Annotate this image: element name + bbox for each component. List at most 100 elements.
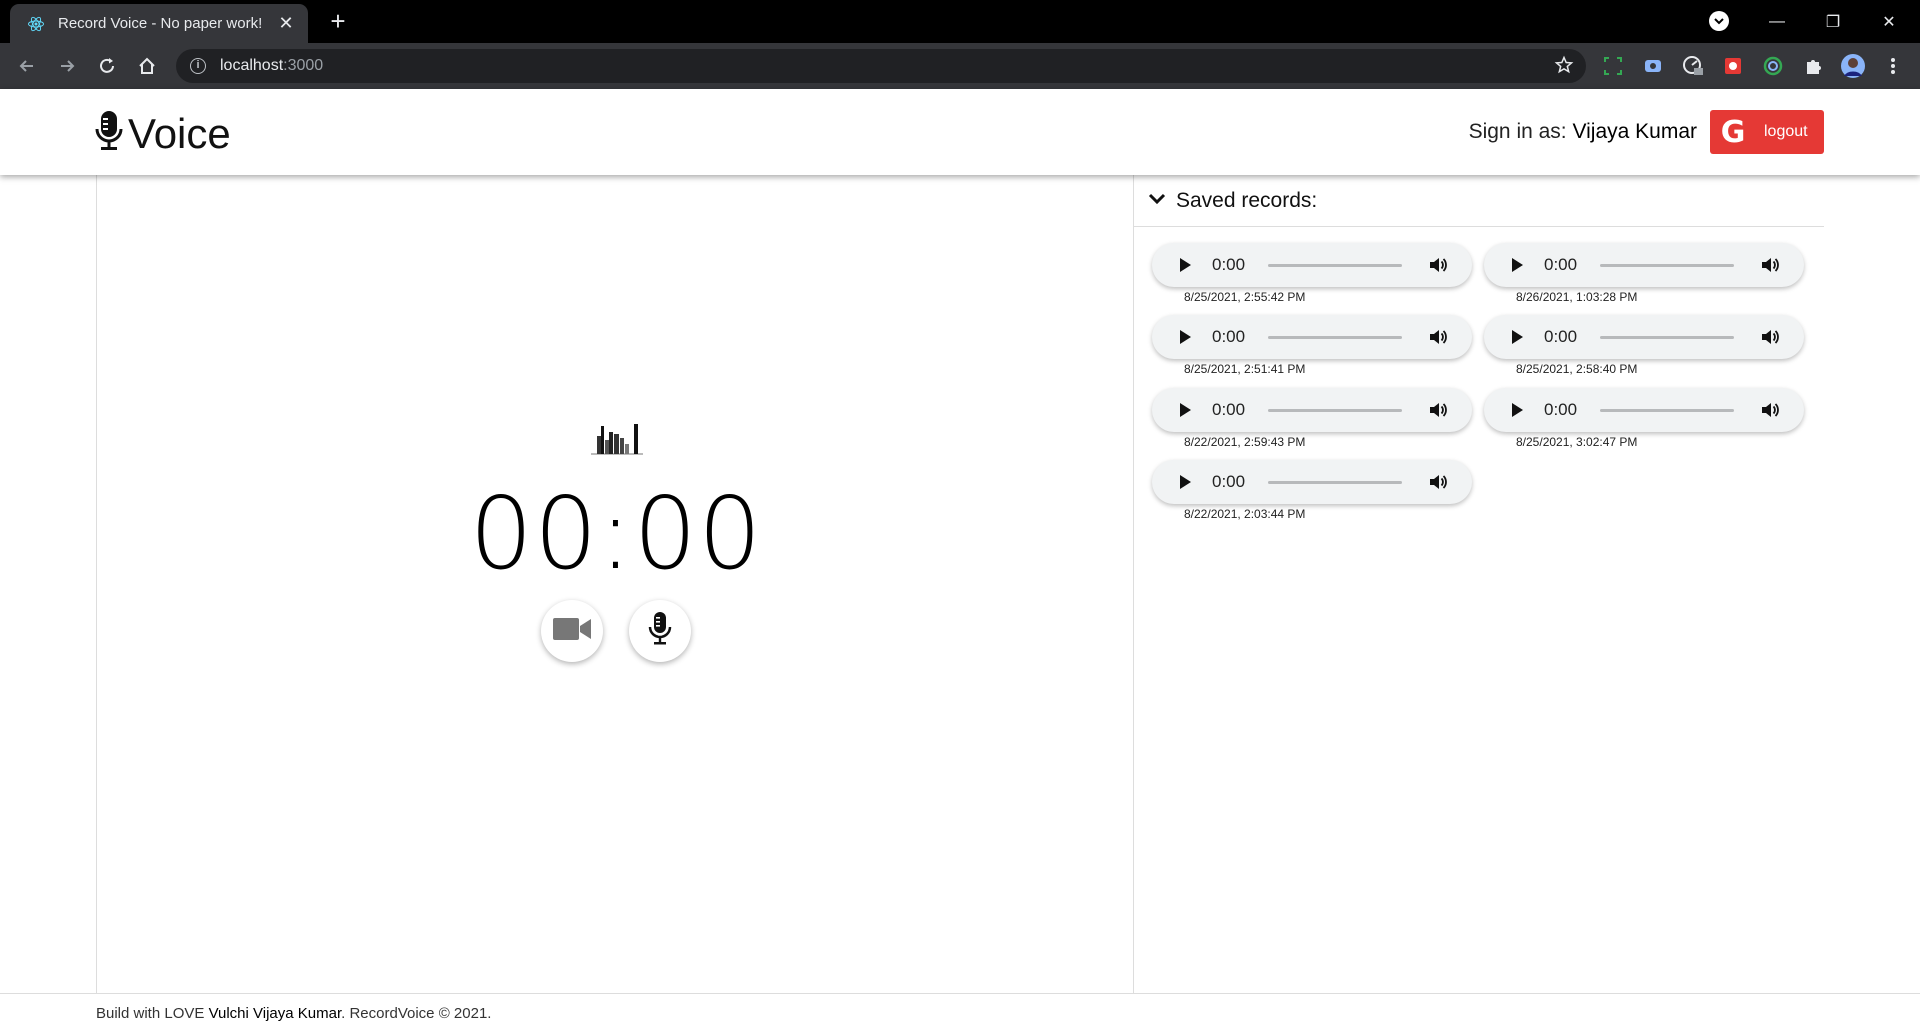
audio-time: 0:00 <box>1544 400 1578 419</box>
react-icon <box>26 14 46 34</box>
record-date: 8/25/2021, 3:02:47 PM <box>1516 435 1638 449</box>
saved-record: 0:00 8/25/2021, 2:51:41 PM <box>1152 315 1474 376</box>
audio-progress-slider[interactable] <box>1268 481 1402 484</box>
audio-progress-slider[interactable] <box>1600 409 1734 412</box>
recorder-panel: 00:00 <box>96 175 1134 993</box>
volume-icon[interactable] <box>1428 400 1448 425</box>
saved-record: 0:00 8/25/2021, 2:58:40 PM <box>1484 315 1806 376</box>
volume-icon[interactable] <box>1428 255 1448 280</box>
bookmark-star-icon[interactable] <box>1554 55 1574 80</box>
play-icon[interactable] <box>1178 329 1192 350</box>
brand-logo[interactable]: Voice <box>94 109 231 158</box>
restore-icon[interactable]: ❐ <box>1810 0 1856 43</box>
footer: Build with LOVE Vulchi Vijaya Kumar. Rec… <box>0 993 1920 1032</box>
audio-player[interactable]: 0:00 <box>1152 315 1472 359</box>
play-icon[interactable] <box>1178 402 1192 423</box>
volume-icon[interactable] <box>1760 255 1780 280</box>
saved-record: 0:00 8/25/2021, 2:55:42 PM <box>1152 243 1474 304</box>
saved-record: 0:00 8/26/2021, 1:03:28 PM <box>1484 243 1806 304</box>
screenshot-extension-icon[interactable] <box>1600 53 1626 79</box>
play-icon[interactable] <box>1510 257 1524 278</box>
audio-player[interactable]: 0:00 <box>1152 460 1472 504</box>
saved-record: 0:00 8/22/2021, 2:59:43 PM <box>1152 388 1474 449</box>
address-bar[interactable]: i localhost:3000 <box>176 49 1586 83</box>
footer-suffix: . RecordVoice © 2021. <box>341 1005 492 1022</box>
audio-player[interactable]: 0:00 <box>1484 388 1804 432</box>
play-icon[interactable] <box>1510 329 1524 350</box>
recording-timer: 00:00 <box>469 475 763 592</box>
audio-progress-slider[interactable] <box>1268 336 1402 339</box>
site-info-icon[interactable]: i <box>190 58 206 74</box>
logout-button[interactable]: G logout <box>1710 110 1824 154</box>
audio-time: 0:00 <box>1212 472 1246 491</box>
main-content: 00:00 Saved records: 0:00 8/25/2021, 2:55… <box>0 175 1920 993</box>
browser-tab-strip: Record Voice - No paper work! ✕ + — ❐ ✕ <box>0 0 1920 43</box>
browser-toolbar: i localhost:3000 <box>0 43 1920 89</box>
close-window-icon[interactable]: ✕ <box>1866 0 1912 43</box>
audio-player[interactable]: 0:00 <box>1484 315 1804 359</box>
audio-player[interactable]: 0:00 <box>1152 388 1472 432</box>
browser-tab[interactable]: Record Voice - No paper work! ✕ <box>10 4 308 43</box>
audio-time: 0:00 <box>1544 327 1578 346</box>
voice-record-button[interactable] <box>629 600 691 662</box>
audio-time: 0:00 <box>1212 400 1246 419</box>
play-icon[interactable] <box>1178 257 1192 278</box>
screen-recorder-extension-icon[interactable] <box>1640 53 1666 79</box>
microphone-icon <box>94 109 124 158</box>
play-icon[interactable] <box>1178 474 1192 495</box>
profile-avatar-icon[interactable] <box>1840 53 1866 79</box>
video-record-button[interactable] <box>541 600 603 662</box>
saved-records-title: Saved records: <box>1176 188 1318 212</box>
record-date: 8/22/2021, 2:03:44 PM <box>1184 507 1306 521</box>
video-camera-icon <box>552 615 592 648</box>
volume-icon[interactable] <box>1428 327 1448 352</box>
url-host: localhost <box>220 57 284 74</box>
reload-icon[interactable] <box>92 51 122 81</box>
microphone-icon <box>648 611 672 652</box>
brand-name: Voice <box>128 109 231 157</box>
footer-author[interactable]: Vulchi Vijaya Kumar <box>209 1005 342 1022</box>
audio-progress-slider[interactable] <box>1268 264 1402 267</box>
play-icon[interactable] <box>1510 402 1524 423</box>
user-name: Vijaya Kumar <box>1572 120 1697 143</box>
record-date: 8/22/2021, 2:59:43 PM <box>1184 435 1306 449</box>
record-date: 8/25/2021, 2:51:41 PM <box>1184 362 1306 376</box>
audio-progress-slider[interactable] <box>1600 336 1734 339</box>
signed-in-user: Sign in as: Vijaya Kumar <box>1469 120 1697 144</box>
record-date: 8/25/2021, 2:58:40 PM <box>1516 362 1638 376</box>
home-icon[interactable] <box>132 51 162 81</box>
red-extension-icon[interactable] <box>1720 53 1746 79</box>
audio-player[interactable]: 0:00 <box>1484 243 1804 287</box>
tab-close-icon[interactable]: ✕ <box>276 13 296 34</box>
volume-icon[interactable] <box>1760 327 1780 352</box>
browser-menu-icon[interactable] <box>1880 53 1906 79</box>
tab-title: Record Voice - No paper work! <box>58 15 263 32</box>
new-tab-icon[interactable]: + <box>323 6 353 36</box>
audio-time: 0:00 <box>1544 255 1578 274</box>
record-date: 8/26/2021, 1:03:28 PM <box>1516 290 1638 304</box>
volume-icon[interactable] <box>1760 400 1780 425</box>
extensions-puzzle-icon[interactable] <box>1800 53 1826 79</box>
audio-progress-slider[interactable] <box>1268 409 1402 412</box>
back-icon[interactable] <box>12 51 42 81</box>
audio-player[interactable]: 0:00 <box>1152 243 1472 287</box>
audio-visualizer-icon <box>591 420 643 456</box>
saved-record: 0:00 8/25/2021, 3:02:47 PM <box>1484 388 1806 449</box>
speed-extension-icon[interactable] <box>1680 53 1706 79</box>
minimize-icon[interactable]: — <box>1754 0 1800 43</box>
audio-progress-slider[interactable] <box>1600 264 1734 267</box>
google-icon: G <box>1720 114 1746 150</box>
forward-icon[interactable] <box>52 51 82 81</box>
footer-text: Build with LOVE Vulchi Vijaya Kumar. Rec… <box>96 1005 491 1022</box>
audio-time: 0:00 <box>1212 327 1246 346</box>
audio-time: 0:00 <box>1212 255 1246 274</box>
volume-icon[interactable] <box>1428 472 1448 497</box>
saved-records-header[interactable]: Saved records: <box>1134 175 1824 227</box>
url-port: :3000 <box>283 57 324 74</box>
target-extension-icon[interactable] <box>1760 53 1786 79</box>
tab-search-icon[interactable] <box>1709 11 1729 31</box>
signin-prefix: Sign in as: <box>1468 120 1567 143</box>
saved-records-panel: Saved records: 0:00 8/25/2021, 2:55:42 PM… <box>1134 175 1824 993</box>
logout-label: logout <box>1764 123 1808 140</box>
saved-record: 0:00 8/22/2021, 2:03:44 PM <box>1152 460 1474 521</box>
